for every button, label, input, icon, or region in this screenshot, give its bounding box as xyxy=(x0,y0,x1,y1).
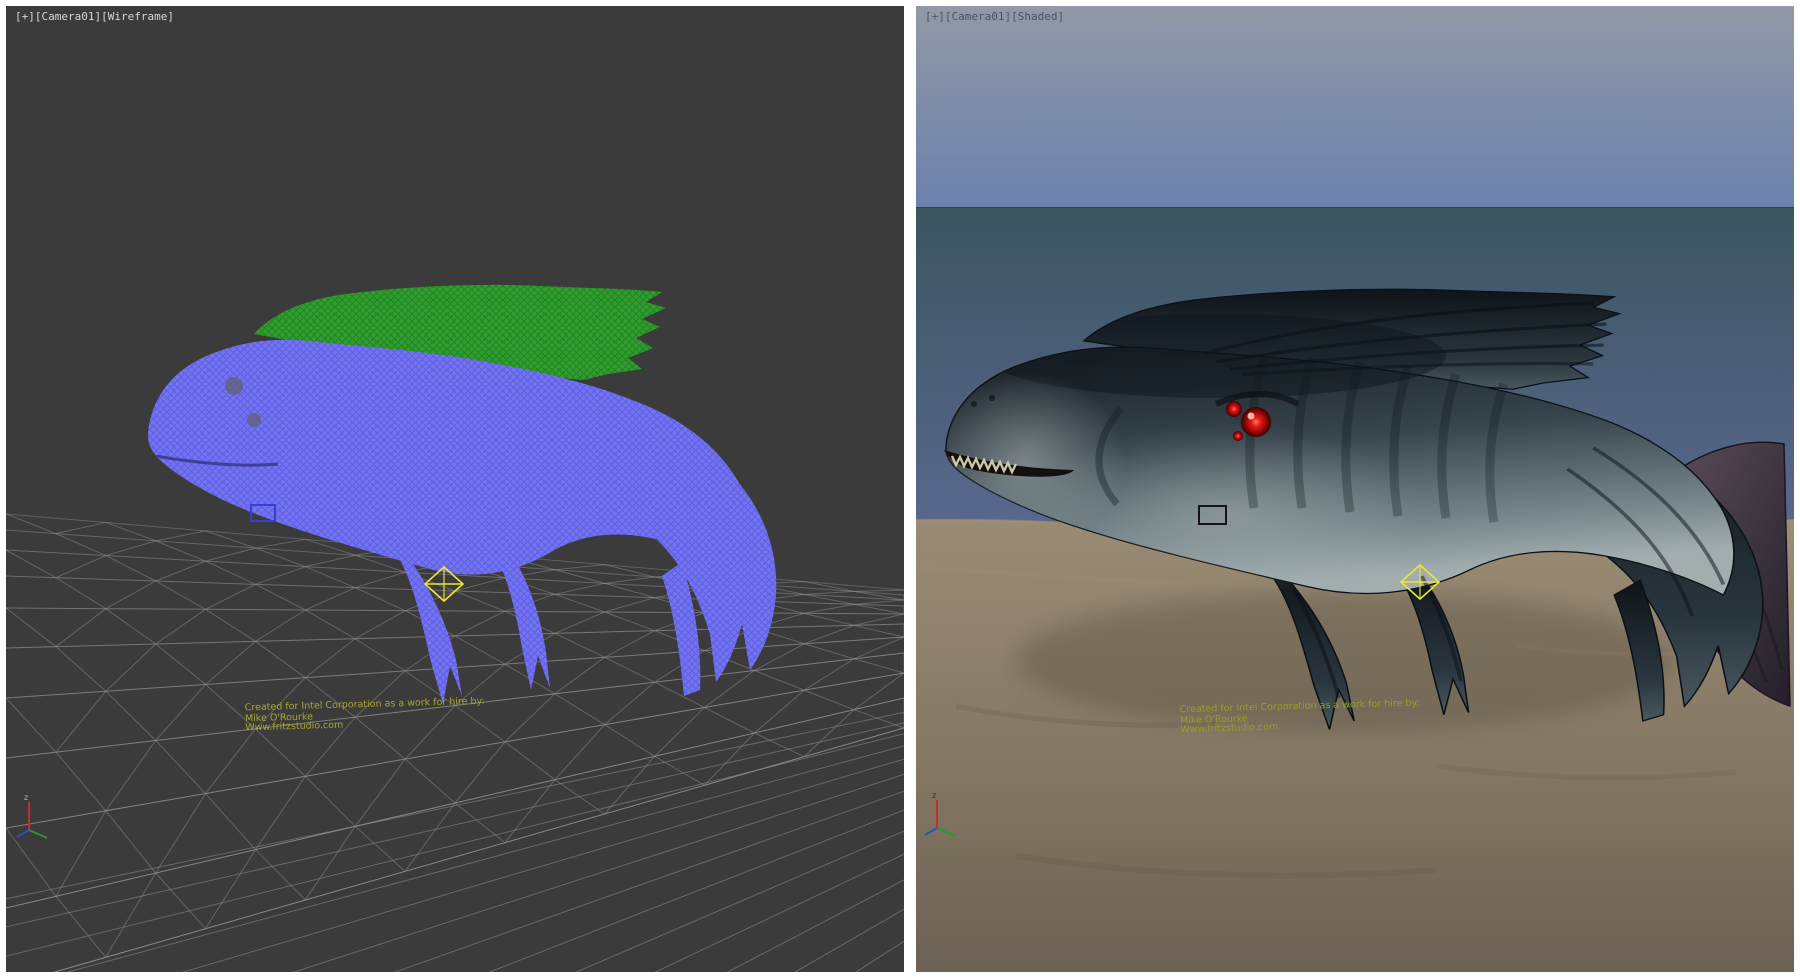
axis-z-label: z xyxy=(24,793,28,802)
fish-head-spot xyxy=(247,413,261,427)
fish-eye-large xyxy=(1241,407,1271,437)
wireframe-canvas[interactable]: Created for Intel Corporation as a work … xyxy=(6,6,904,972)
viewport-label-shaded[interactable]: [+][Camera01][Shaded] xyxy=(925,10,1064,23)
fish-eye-small xyxy=(1226,401,1242,417)
dual-viewport-frame: Created for Intel Corporation as a work … xyxy=(0,0,1800,978)
nostril xyxy=(971,401,977,407)
sky-background xyxy=(916,6,1794,207)
fish-eye-tiny xyxy=(1233,431,1243,441)
nostril xyxy=(989,395,995,401)
viewport-label-wireframe[interactable]: [+][Camera01][Wireframe] xyxy=(15,10,174,23)
viewport-shaded[interactable]: Created for Intel Corporation as a work … xyxy=(916,6,1794,972)
shaded-canvas[interactable]: Created for Intel Corporation as a work … xyxy=(916,6,1794,972)
fish-head-spot xyxy=(225,377,243,395)
axis-z-label: z xyxy=(932,791,936,800)
viewport-wireframe[interactable]: Created for Intel Corporation as a work … xyxy=(6,6,904,972)
eye-highlight xyxy=(1248,413,1255,420)
